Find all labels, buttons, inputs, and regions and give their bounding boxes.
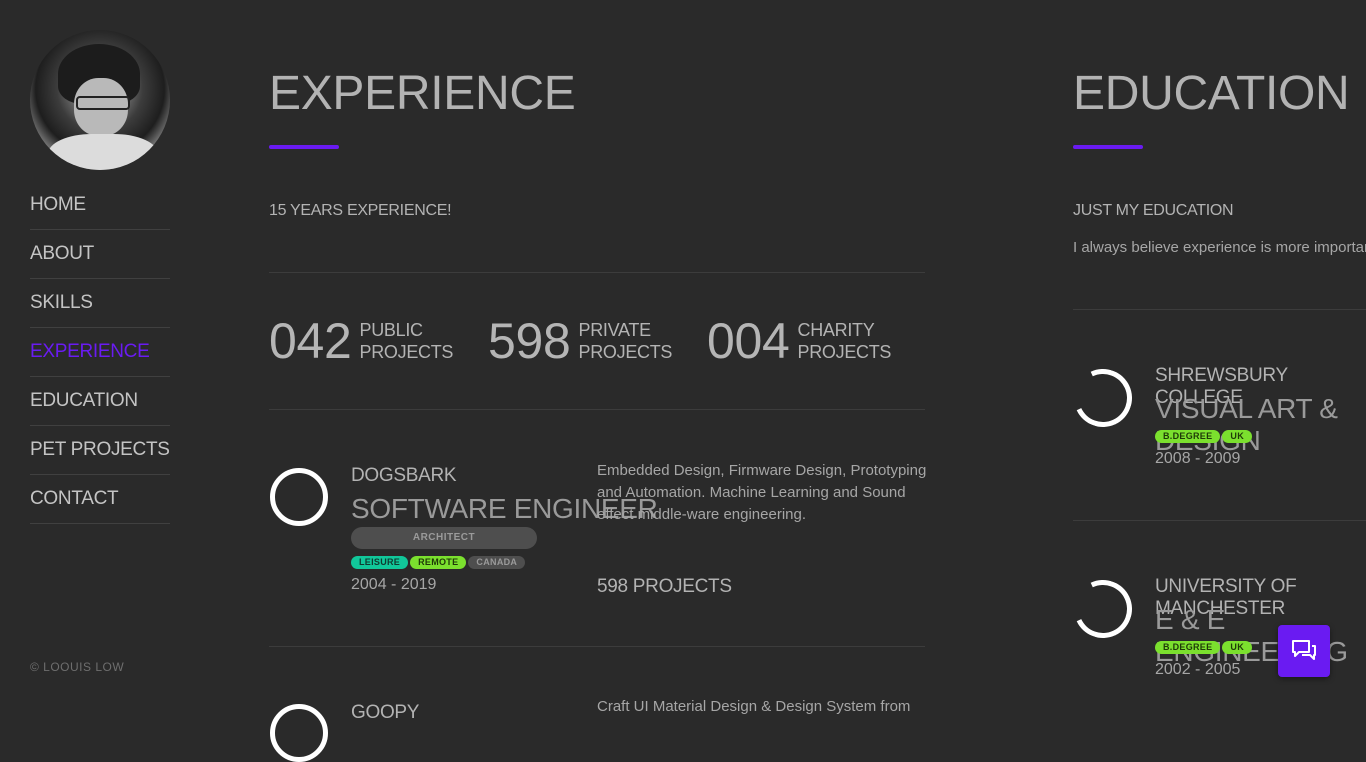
job-ring-icon xyxy=(270,468,328,526)
stat-label: CHARITY PROJECTS xyxy=(797,320,892,362)
stat-private-projects: 598 PRIVATE PROJECTS xyxy=(488,312,672,370)
sidebar: HOME ABOUT SKILLS EXPERIENCE EDUCATION P… xyxy=(0,0,220,713)
stat-public-projects: 042 PUBLIC PROJECTS xyxy=(269,312,453,370)
nav-item-pet-projects[interactable]: PET PROJECTS xyxy=(30,426,170,475)
stat-number: 004 xyxy=(707,313,790,369)
nav-item-experience[interactable]: EXPERIENCE xyxy=(30,328,170,377)
job-description: Embedded Design, Firmware Design, Protot… xyxy=(597,462,927,523)
education-title-underline xyxy=(1073,145,1143,149)
stat-number: 598 xyxy=(488,313,571,369)
job-company: GOOPY xyxy=(351,702,420,723)
nav-item-education[interactable]: EDUCATION xyxy=(30,377,170,426)
stat-label: PUBLIC PROJECTS xyxy=(359,320,454,362)
school-tags: B.DEGREE UK xyxy=(1155,641,1253,654)
nav-item-contact[interactable]: CONTACT xyxy=(30,475,170,524)
job-years: 2004 - 2019 xyxy=(351,576,437,593)
school-ring-icon xyxy=(1065,360,1141,436)
stat-number: 042 xyxy=(269,313,352,369)
education-title: EDUCATION xyxy=(1073,67,1350,120)
job-projects: 598 PROJECTS xyxy=(597,576,732,597)
tag-degree: B.DEGREE xyxy=(1155,641,1221,654)
school-tags: B.DEGREE UK xyxy=(1155,430,1253,443)
tag-country: UK xyxy=(1222,641,1253,654)
education-intro: I always believe experience is more impo… xyxy=(1073,239,1366,256)
job-company: DOGSBARK xyxy=(351,465,457,486)
education-subtitle: JUST MY EDUCATION xyxy=(1073,202,1234,219)
nav-item-home[interactable]: HOME xyxy=(30,181,170,230)
job-tags: LEISURE REMOTE CANADA xyxy=(351,556,526,569)
job-description: Craft UI Material Design & Design System… xyxy=(597,698,911,715)
main-nav: HOME ABOUT SKILLS EXPERIENCE EDUCATION P… xyxy=(30,181,170,524)
chat-bubbles-icon xyxy=(1292,640,1316,660)
divider xyxy=(269,272,925,273)
job-badge: ARCHITECT xyxy=(351,527,537,549)
nav-item-skills[interactable]: SKILLS xyxy=(30,279,170,328)
stat-charity-projects: 004 CHARITY PROJECTS xyxy=(707,312,891,370)
stat-label: PRIVATE PROJECTS xyxy=(578,320,673,362)
copyright: © LOOUIS LOW xyxy=(30,660,125,674)
avatar xyxy=(30,30,170,170)
school-years: 2008 - 2009 xyxy=(1155,450,1241,467)
experience-subtitle: 15 YEARS EXPERIENCE! xyxy=(269,202,452,219)
school-course: E & E ENGINEERING xyxy=(1155,604,1348,667)
school-years: 2002 - 2005 xyxy=(1155,661,1241,678)
experience-title-underline xyxy=(269,145,339,149)
divider xyxy=(269,646,925,647)
tag-degree: B.DEGREE xyxy=(1155,430,1221,443)
nav-item-about[interactable]: ABOUT xyxy=(30,230,170,279)
tag-leisure: LEISURE xyxy=(351,556,409,569)
tag-remote: REMOTE xyxy=(410,556,467,569)
divider xyxy=(1073,520,1366,521)
divider xyxy=(269,409,925,410)
chat-button[interactable] xyxy=(1278,625,1330,677)
tag-country: UK xyxy=(1222,430,1253,443)
divider xyxy=(1073,309,1366,310)
tag-canada: CANADA xyxy=(468,556,526,569)
experience-title: EXPERIENCE xyxy=(269,67,576,120)
school-ring-icon xyxy=(1065,571,1141,647)
school-course: VISUAL ART & DESIGN xyxy=(1155,393,1338,456)
